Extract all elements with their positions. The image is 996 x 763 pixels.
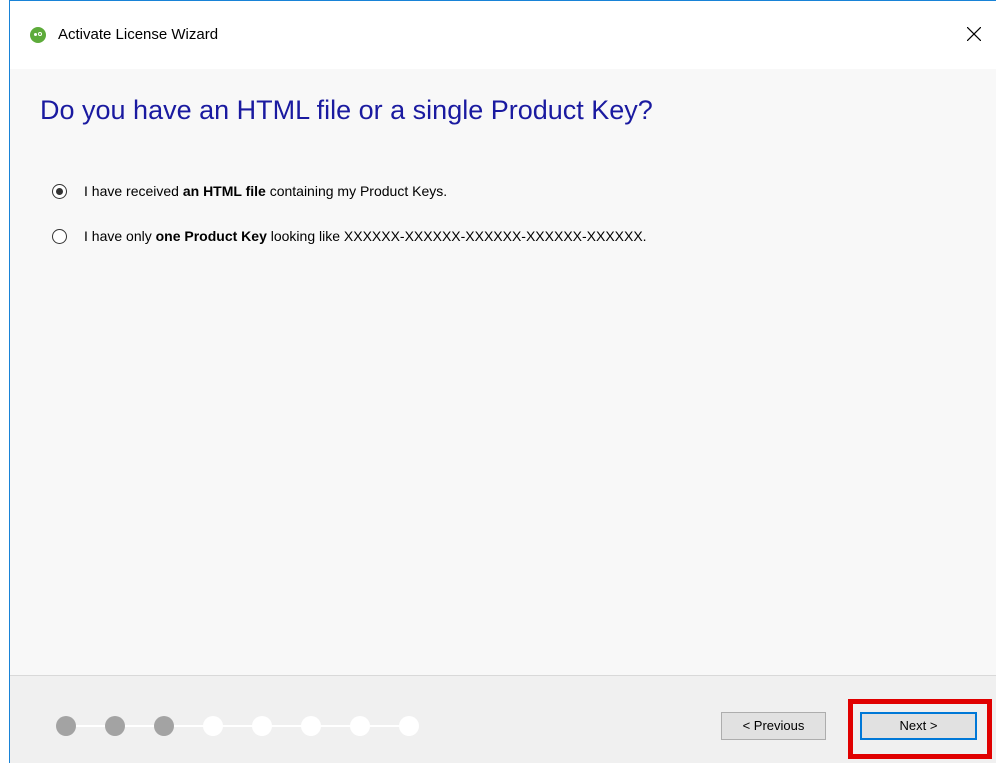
page-title: Do you have an HTML file or a single Pro…	[40, 95, 653, 125]
previous-button[interactable]: < Previous	[721, 712, 826, 740]
option-text-prefix: I have only	[84, 228, 156, 244]
wizard-content: Do you have an HTML file or a single Pro…	[10, 69, 996, 675]
option-single-key-label: I have only one Product Key looking like…	[84, 227, 647, 245]
step-dot-pending	[252, 716, 272, 736]
option-text-suffix: looking like XXXXXX-XXXXXX-XXXXXX-XXXXXX…	[266, 228, 647, 244]
option-text-bold: one Product Key	[155, 228, 267, 244]
option-html-file[interactable]: I have received an HTML file containing …	[52, 182, 447, 200]
next-button[interactable]: Next >	[860, 712, 977, 740]
wizard-footer: < Previous Next >	[10, 675, 996, 763]
radio-single-key[interactable]	[52, 228, 67, 244]
close-button[interactable]	[950, 15, 996, 55]
step-dot-completed	[56, 716, 76, 736]
radio-html-file[interactable]	[52, 183, 67, 199]
step-dot-pending	[399, 716, 419, 736]
step-dot-pending	[350, 716, 370, 736]
title-bar: Activate License Wizard	[10, 1, 996, 69]
step-dot-completed	[154, 716, 174, 736]
option-single-key[interactable]: I have only one Product Key looking like…	[52, 227, 647, 245]
step-dot-completed	[105, 716, 125, 736]
option-text-suffix: containing my Product Keys.	[265, 183, 448, 199]
option-text-prefix: I have received	[84, 183, 183, 199]
step-dot-pending	[203, 716, 223, 736]
option-text-bold: an HTML file	[182, 183, 266, 199]
wizard-window: Activate License Wizard Do you have an H…	[9, 0, 996, 763]
window-title: Activate License Wizard	[58, 26, 219, 43]
option-html-file-label: I have received an HTML file containing …	[84, 182, 447, 200]
step-dot-pending	[301, 716, 321, 736]
close-icon	[967, 27, 981, 41]
app-logo-icon	[30, 27, 46, 43]
step-progress	[56, 716, 422, 736]
